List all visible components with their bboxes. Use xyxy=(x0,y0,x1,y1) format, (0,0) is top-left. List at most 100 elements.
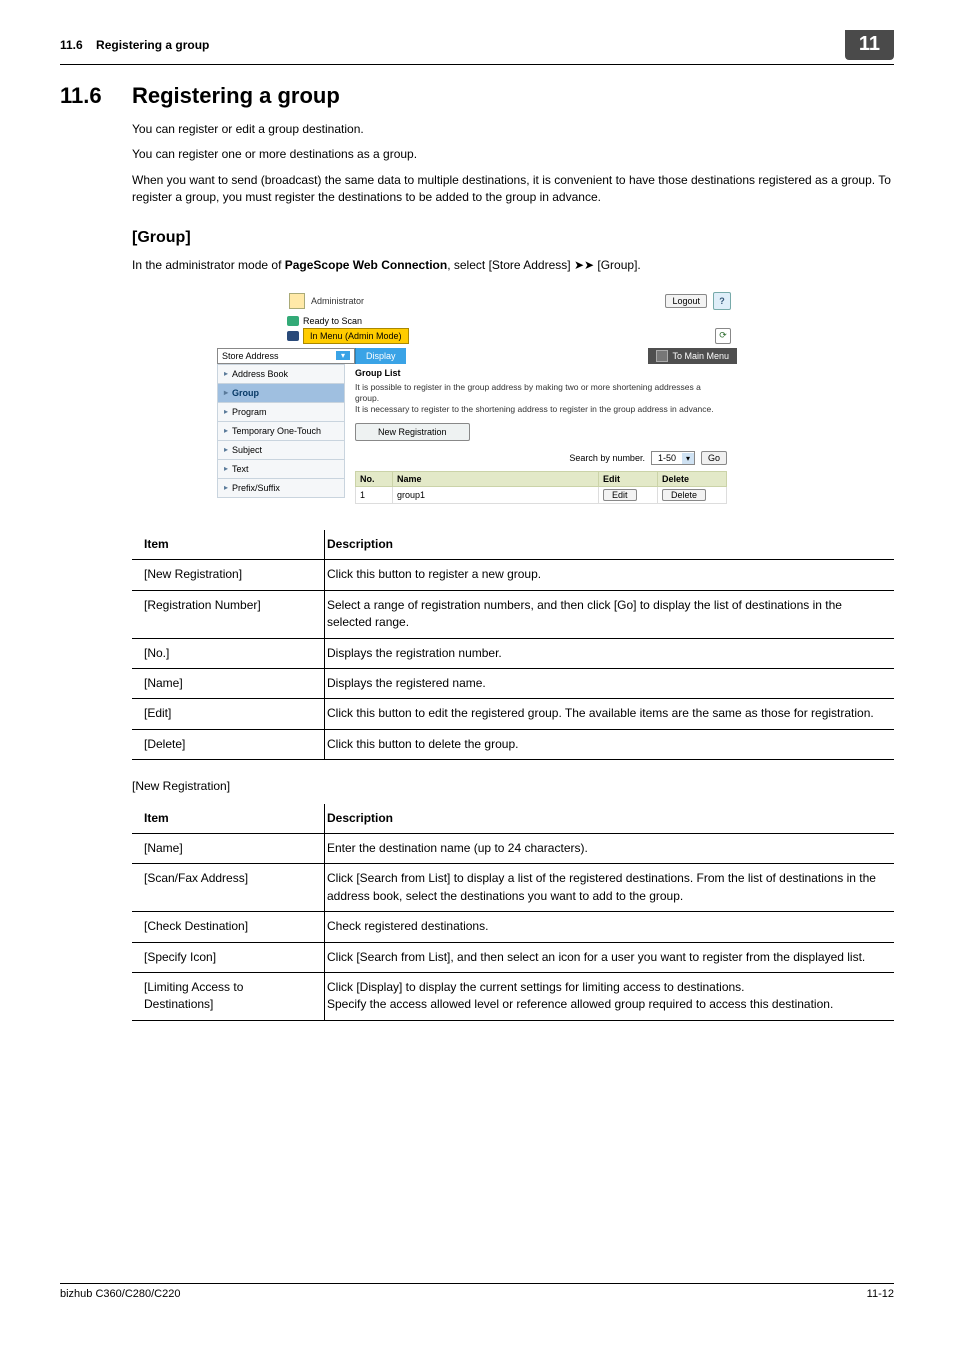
sidebar-item-label: Address Book xyxy=(232,369,288,379)
cell-desc: Check registered destinations. xyxy=(325,912,895,942)
cell-desc: Click this button to delete the group. xyxy=(325,729,895,759)
group-list-table: No. Name Edit Delete 1 group1 Edit Delet… xyxy=(355,471,727,504)
sidebar-item-label: Prefix/Suffix xyxy=(232,483,280,493)
sidebar-item-label: Program xyxy=(232,407,267,417)
table-row: [Delete] Click this button to delete the… xyxy=(132,729,894,759)
th-description: Description xyxy=(325,804,895,834)
footer-right: 11-12 xyxy=(867,1288,894,1300)
cell-no: 1 xyxy=(356,487,393,504)
table-row: [Registration Number] Select a range of … xyxy=(132,590,894,638)
logout-button[interactable]: Logout xyxy=(665,294,707,308)
cell-desc: Click [Search from List], and then selec… xyxy=(325,942,895,972)
sidebar-item-label: Temporary One-Touch xyxy=(232,426,321,436)
display-button[interactable]: Display xyxy=(355,348,406,364)
chevron-right-icon: ▸ xyxy=(224,445,228,454)
th-no: No. xyxy=(356,472,393,487)
delete-button[interactable]: Delete xyxy=(662,489,706,501)
item-description-table-2: Item Description [Name] Enter the destin… xyxy=(132,804,894,1021)
table2-caption: [New Registration] xyxy=(132,778,894,795)
header-section-num: 11.6 xyxy=(60,38,83,52)
menu-mode-label: In Menu (Admin Mode) xyxy=(303,328,409,344)
item-description-table-1: Item Description [New Registration] Clic… xyxy=(132,530,894,760)
cell-item: [Delete] xyxy=(132,729,325,759)
admin-ui-mock: Administrator Logout ? Ready to Scan In … xyxy=(217,288,737,508)
cell-item: [Scan/Fax Address] xyxy=(132,864,325,912)
sidebar-item-subject[interactable]: ▸ Subject xyxy=(217,441,345,460)
cell-desc: Displays the registered name. xyxy=(325,669,895,699)
chevron-right-icon: ▸ xyxy=(224,407,228,416)
para-2: You can register one or more destination… xyxy=(132,146,894,163)
search-by-number-label: Search by number. xyxy=(569,453,645,463)
cell-item: [New Registration] xyxy=(132,560,325,590)
table-row: [Specify Icon] Click [Search from List],… xyxy=(132,942,894,972)
store-address-select[interactable]: Store Address ▾ xyxy=(217,348,355,364)
th-delete: Delete xyxy=(658,472,727,487)
to-main-menu-button[interactable]: To Main Menu xyxy=(648,348,737,364)
chapter-chip: 11 xyxy=(845,30,894,60)
table-row: 1 group1 Edit Delete xyxy=(356,487,727,504)
sidebar-item-label: Group xyxy=(232,388,259,398)
cell-desc: Click [Search from List] to display a li… xyxy=(325,864,895,912)
to-main-menu-icon xyxy=(656,350,668,362)
range-select-value: 1-50 xyxy=(652,452,682,464)
sidebar-item-program[interactable]: ▸ Program xyxy=(217,403,345,422)
table-row: [Check Destination] Check registered des… xyxy=(132,912,894,942)
footer-left: bizhub C360/C280/C220 xyxy=(60,1288,180,1300)
help-icon[interactable]: ? xyxy=(713,292,731,310)
table-row: [Limiting Access to Destinations] Click … xyxy=(132,972,894,1020)
group-list-title: Group List xyxy=(355,368,727,378)
sidebar-item-label: Subject xyxy=(232,445,262,455)
cell-item: [Name] xyxy=(132,669,325,699)
th-item: Item xyxy=(132,804,325,834)
sidebar-item-text[interactable]: ▸ Text xyxy=(217,460,345,479)
cell-item: [Check Destination] xyxy=(132,912,325,942)
group-intro-pre: In the administrator mode of xyxy=(132,258,285,272)
range-select[interactable]: 1-50 ▾ xyxy=(651,451,695,465)
administrator-label: Administrator xyxy=(311,296,364,306)
chevron-right-icon: ▸ xyxy=(224,369,228,378)
chevron-right-icon: ▸ xyxy=(224,464,228,473)
table-row: [No.] Displays the registration number. xyxy=(132,638,894,668)
cell-name: group1 xyxy=(393,487,599,504)
ready-label: Ready to Scan xyxy=(303,316,362,326)
group-intro-post: , select [Store Address] ➤➤ [Group]. xyxy=(447,258,641,272)
cell-item: [No.] xyxy=(132,638,325,668)
sidebar-item-address-book[interactable]: ▸ Address Book xyxy=(217,364,345,384)
refresh-icon[interactable]: ⟳ xyxy=(715,328,731,344)
th-item: Item xyxy=(132,530,325,560)
sidebar-item-temporary-one-touch[interactable]: ▸ Temporary One-Touch xyxy=(217,422,345,441)
cell-item: [Name] xyxy=(132,834,325,864)
group-intro: In the administrator mode of PageScope W… xyxy=(132,257,894,274)
sidebar-item-prefix-suffix[interactable]: ▸ Prefix/Suffix xyxy=(217,479,345,498)
th-edit: Edit xyxy=(599,472,658,487)
go-button[interactable]: Go xyxy=(701,451,727,465)
store-address-label: Store Address xyxy=(222,351,279,361)
cell-item: [Registration Number] xyxy=(132,590,325,638)
cell-desc: Click this button to register a new grou… xyxy=(325,560,895,590)
group-intro-bold: PageScope Web Connection xyxy=(285,258,447,272)
sidebar-item-group[interactable]: ▸ Group xyxy=(217,384,345,403)
cell-desc: Enter the destination name (up to 24 cha… xyxy=(325,834,895,864)
sidebar-item-label: Text xyxy=(232,464,249,474)
section-number: 11.6 xyxy=(60,83,104,109)
cell-desc: Click this button to edit the registered… xyxy=(325,699,895,729)
cell-desc: Select a range of registration numbers, … xyxy=(325,590,895,638)
cell-item: [Specify Icon] xyxy=(132,942,325,972)
cell-desc: Click [Display] to display the current s… xyxy=(325,972,895,1020)
th-name: Name xyxy=(393,472,599,487)
chevron-right-icon: ▸ xyxy=(224,426,228,435)
ready-icon xyxy=(287,316,299,326)
chevron-right-icon: ▸ xyxy=(224,483,228,492)
menu-mode-icon xyxy=(287,331,299,341)
th-description: Description xyxy=(325,530,895,560)
section-title: Registering a group xyxy=(132,83,340,109)
group-heading: [Group] xyxy=(132,229,894,247)
new-registration-button[interactable]: New Registration xyxy=(355,423,470,441)
edit-button[interactable]: Edit xyxy=(603,489,637,501)
chevron-down-icon: ▾ xyxy=(336,351,350,360)
administrator-icon xyxy=(289,293,305,309)
cell-item: [Limiting Access to Destinations] xyxy=(132,972,325,1020)
chevron-right-icon: ▸ xyxy=(224,388,228,397)
table-row: [New Registration] Click this button to … xyxy=(132,560,894,590)
table-row: [Scan/Fax Address] Click [Search from Li… xyxy=(132,864,894,912)
